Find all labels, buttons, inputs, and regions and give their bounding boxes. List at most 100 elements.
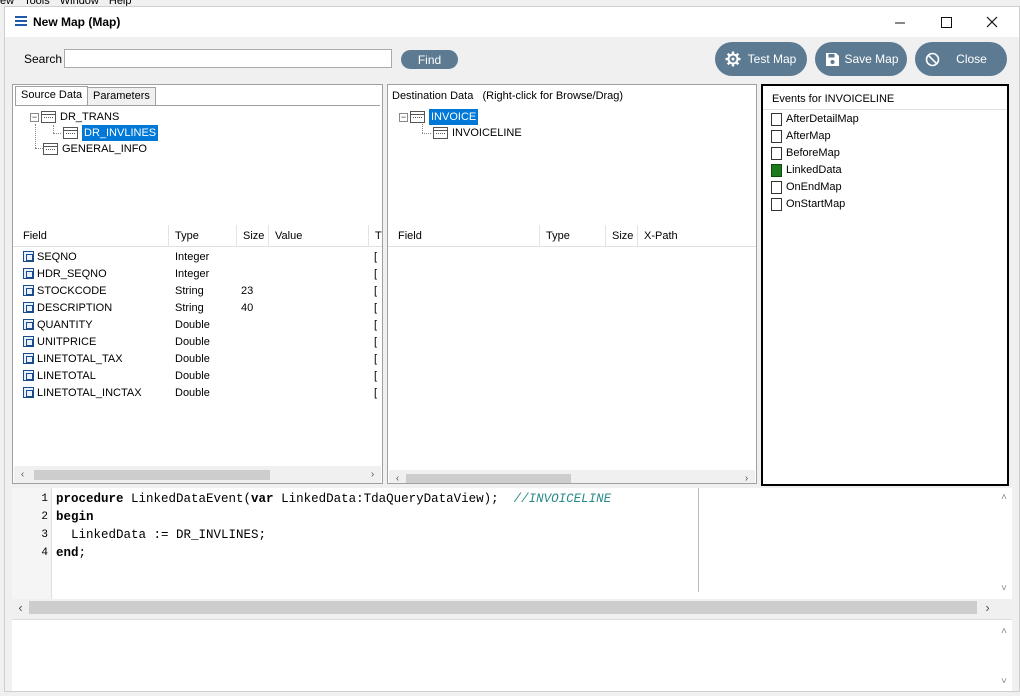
column-header-type[interactable]: Type (540, 225, 606, 247)
tree-node-general-info[interactable]: GENERAL_INFO (43, 141, 147, 157)
type-cell: String (175, 285, 204, 297)
field-name: SEQNO (37, 251, 77, 263)
editor-hscrollbar[interactable]: ‹ › (12, 599, 1012, 616)
window-title: New Map (Map) (33, 15, 121, 29)
column-header-extra[interactable]: T (369, 225, 382, 247)
extra-cell: [ (374, 268, 378, 280)
tab-source-data[interactable]: Source Data (15, 86, 89, 105)
code-keyword: begin (56, 510, 94, 524)
title-bar: New Map (Map) (5, 7, 1019, 37)
tree-node-label: INVOICE (429, 109, 479, 125)
code-line[interactable]: LinkedData := DR_INVLINES; (56, 528, 266, 542)
table-row[interactable]: DESCRIPTION String 40 [ (13, 300, 382, 317)
tree-node-invoice[interactable]: − INVOICE (399, 109, 479, 125)
collapse-icon[interactable]: − (30, 112, 39, 122)
scroll-thumb[interactable] (406, 474, 571, 483)
scroll-right-icon[interactable]: › (979, 599, 996, 616)
tree-connector (35, 124, 36, 148)
table-row[interactable]: STOCKCODE String 23 [ (13, 283, 382, 300)
code-line[interactable]: begin (56, 510, 94, 524)
extra-cell: [ (374, 285, 378, 297)
column-header-value[interactable]: Value (269, 225, 369, 247)
destination-hscrollbar[interactable]: ‹ › (389, 470, 755, 483)
map-window: New Map (Map) Search Find Test Map Save … (4, 6, 1020, 692)
table-row[interactable]: UNITPRICE Double [ (13, 334, 382, 351)
table-row[interactable]: SEQNO Integer [ (13, 249, 382, 266)
close-map-button[interactable]: Close (915, 42, 1007, 76)
column-header-field[interactable]: Field (392, 225, 540, 247)
scroll-thumb[interactable] (34, 470, 270, 480)
code-keyword: var (251, 492, 274, 506)
extra-cell: [ (374, 387, 378, 399)
column-header-size[interactable]: Size (606, 225, 638, 247)
field-name: DESCRIPTION (37, 302, 113, 314)
table-row[interactable]: LINETOTAL Double [ (13, 368, 382, 385)
table-icon (433, 127, 448, 139)
scroll-right-icon[interactable]: › (738, 470, 755, 483)
tree-connector (53, 125, 54, 133)
event-item[interactable]: AfterDetailMap (771, 111, 859, 128)
field-icon (23, 353, 34, 364)
minimize-button[interactable] (877, 7, 923, 37)
source-hscrollbar[interactable]: ‹ › (14, 466, 381, 483)
search-input[interactable] (64, 49, 392, 68)
prohibited-icon (925, 52, 940, 66)
column-header-type[interactable]: Type (169, 225, 237, 247)
collapse-icon[interactable]: − (399, 112, 408, 122)
tree-connector (35, 148, 43, 149)
event-item[interactable]: OnEndMap (771, 179, 859, 196)
scroll-up-icon[interactable]: ˄ (996, 626, 1012, 637)
field-cell: LINETOTAL_INCTAX (23, 385, 142, 402)
field-cell: LINETOTAL (23, 368, 96, 385)
code-line[interactable]: procedure LinkedDataEvent(var LinkedData… (56, 492, 611, 506)
field-name: STOCKCODE (37, 285, 107, 297)
field-icon (23, 302, 34, 313)
tree-node-invoiceline[interactable]: INVOICELINE (433, 125, 522, 141)
event-item[interactable]: OnStartMap (771, 196, 859, 213)
code-token: LinkedData := DR_INVLINES; (56, 528, 267, 542)
output-area[interactable]: ˄ ˅ (12, 619, 1012, 691)
event-item[interactable]: BeforeMap (771, 145, 859, 162)
right-margin-line (698, 488, 699, 592)
save-map-button[interactable]: Save Map (815, 42, 907, 76)
test-map-label: Test Map (747, 52, 797, 66)
table-row[interactable]: LINETOTAL_INCTAX Double [ (13, 385, 382, 402)
test-map-button[interactable]: Test Map (715, 42, 807, 76)
scroll-thumb[interactable] (29, 601, 977, 614)
event-item[interactable]: AfterMap (771, 128, 859, 145)
tree-node-dr-invlines[interactable]: DR_INVLINES (63, 125, 159, 141)
table-row[interactable]: LINETOTAL_TAX Double [ (13, 351, 382, 368)
field-name: LINETOTAL_TAX (37, 353, 123, 365)
field-name: LINETOTAL_INCTAX (37, 387, 142, 399)
code-area[interactable]: procedure LinkedDataEvent(var LinkedData… (12, 488, 692, 592)
column-header-xpath[interactable]: X-Path (638, 225, 756, 247)
event-item[interactable]: LinkedData (771, 162, 859, 179)
scroll-left-icon[interactable]: ‹ (14, 466, 31, 483)
scroll-left-icon[interactable]: ‹ (389, 470, 406, 483)
event-label: AfterDetailMap (786, 113, 859, 125)
maximize-button[interactable] (923, 7, 969, 37)
code-line[interactable]: end; (56, 546, 86, 560)
document-icon (771, 147, 782, 160)
scroll-up-icon[interactable]: ˄ (996, 492, 1012, 503)
tab-parameters[interactable]: Parameters (87, 87, 156, 105)
column-header-field[interactable]: Field (17, 225, 169, 247)
table-row[interactable]: HDR_SEQNO Integer [ (13, 266, 382, 283)
code-editor[interactable]: 1234 procedure LinkedDataEvent(var Linke… (12, 488, 1012, 599)
window-close-button[interactable] (969, 7, 1015, 37)
scroll-left-icon[interactable]: ‹ (12, 599, 29, 616)
field-name: HDR_SEQNO (37, 268, 107, 280)
tree-node-dr-trans[interactable]: − DR_TRANS (30, 109, 119, 125)
scroll-right-icon[interactable]: › (364, 466, 381, 483)
editor-vscrollbar[interactable]: ˄ ˅ (996, 488, 1012, 599)
tree-connector (53, 133, 61, 134)
find-button[interactable]: Find (401, 50, 458, 69)
extra-cell: [ (374, 353, 378, 365)
scroll-down-icon[interactable]: ˅ (996, 676, 1012, 687)
extra-cell: [ (374, 251, 378, 263)
table-row[interactable]: QUANTITY Double [ (13, 317, 382, 334)
field-cell: UNITPRICE (23, 334, 96, 351)
column-header-size[interactable]: Size (237, 225, 269, 247)
scroll-down-icon[interactable]: ˅ (996, 583, 1012, 594)
close-icon (986, 16, 998, 28)
